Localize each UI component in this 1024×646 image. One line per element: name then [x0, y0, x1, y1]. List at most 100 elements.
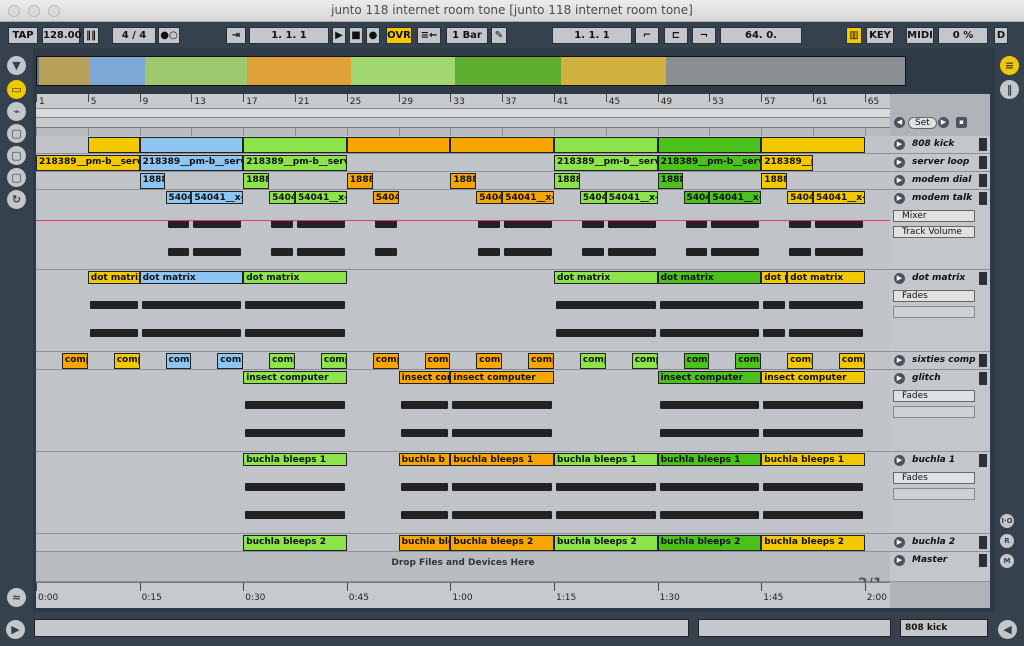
mixer-select[interactable]: Mixer — [893, 210, 975, 222]
overview-strip[interactable] — [36, 56, 906, 86]
clip[interactable]: buchla bleeps 1 — [243, 453, 347, 466]
track-lane-6[interactable] — [36, 352, 890, 370]
clip[interactable]: dot matrix — [657, 271, 762, 284]
signature-field[interactable]: 4 / 4 — [112, 27, 156, 44]
clip[interactable]: 5404 — [476, 191, 503, 204]
tap-button[interactable]: TAP — [8, 27, 38, 44]
arrangement-view-icon[interactable]: ≡ — [1000, 56, 1019, 75]
clip[interactable]: comp — [735, 353, 762, 369]
follow-icon[interactable]: ●○ — [158, 27, 180, 44]
track-name[interactable]: server loop — [912, 157, 969, 167]
clip[interactable]: comp — [217, 353, 244, 369]
track-name[interactable]: Master — [912, 555, 947, 565]
browser-toggle-icon[interactable]: ▼ — [7, 56, 26, 75]
pencil-icon[interactable]: ✎ — [491, 27, 507, 44]
clip[interactable]: 54041__x-3 — [191, 191, 244, 204]
track-name[interactable]: glitch — [912, 373, 941, 383]
minimize-button[interactable] — [28, 5, 40, 17]
track-header[interactable]: ▶ buchla 2 — [890, 534, 990, 552]
track-header[interactable]: ▶ modem talk Mixer Track Volume — [890, 190, 990, 270]
clip[interactable]: buchla bleeps 1 — [450, 453, 554, 466]
clip[interactable]: 18882 — [657, 173, 684, 189]
key-map-icon[interactable]: ▥ — [846, 27, 862, 44]
clip[interactable]: 18882 — [450, 173, 477, 189]
clip[interactable]: dot m — [761, 271, 788, 284]
clip[interactable]: buchla bleeps 1 — [554, 453, 658, 466]
clip[interactable]: 5404 — [269, 191, 295, 204]
clip[interactable]: dot matrix — [139, 271, 244, 284]
track-fold-icon[interactable]: ▶ — [894, 455, 905, 466]
set-right-icon[interactable]: ▶ — [938, 117, 949, 128]
clip[interactable] — [87, 137, 140, 153]
groove-pool-icon[interactable]: ≈ — [7, 588, 26, 607]
clip[interactable]: insect computer — [450, 371, 554, 384]
clip[interactable]: comp — [269, 353, 295, 369]
position-field[interactable]: 1. 1. 1 — [249, 27, 329, 44]
selected-track[interactable]: 808 kick — [900, 619, 988, 637]
clip[interactable]: comp — [61, 353, 88, 369]
clip[interactable]: insect computer — [761, 371, 865, 384]
track-name[interactable]: sixties comp — [912, 355, 976, 365]
track-header[interactable]: ▶ dot matrix Fades — [890, 270, 990, 352]
track-fold-icon[interactable]: ▶ — [894, 193, 905, 204]
info-view-icon[interactable]: ▶ — [6, 620, 25, 639]
key-map-button[interactable]: KEY — [866, 27, 894, 44]
track-header[interactable]: ▶ glitch Fades — [890, 370, 990, 452]
stop-icon[interactable]: ■ — [349, 27, 363, 44]
fades-select[interactable]: Fades — [893, 390, 975, 402]
track-header[interactable]: ▶ 808 kick — [890, 136, 990, 154]
clip[interactable]: insect com — [398, 371, 451, 384]
clip[interactable]: comp — [683, 353, 710, 369]
time-ruler[interactable]: 0:00 0:15 0:30 0:45 1:00 1:15 1:30 1:45 2:00 — [36, 582, 890, 608]
clip[interactable]: dot matrix — [787, 271, 865, 284]
plugins-icon[interactable]: ⌁ — [7, 102, 26, 121]
clip[interactable]: insect computer — [243, 371, 347, 384]
clip[interactable]: 5404 — [579, 191, 606, 204]
clip[interactable]: 18882 — [243, 173, 270, 189]
clip[interactable] — [450, 137, 554, 153]
clip[interactable]: comp — [528, 353, 554, 369]
track-name[interactable]: 808 kick — [912, 139, 954, 149]
mixer-toggle-icon[interactable]: M — [1000, 554, 1014, 568]
clip[interactable]: 18882 — [761, 173, 788, 189]
track-name[interactable]: modem talk — [912, 193, 972, 203]
clip[interactable] — [139, 137, 244, 153]
clip[interactable]: buchla b — [398, 453, 451, 466]
clip[interactable]: buchla bleeps 2 — [243, 535, 347, 551]
clip[interactable]: 18882 — [139, 173, 166, 189]
param-field[interactable] — [893, 406, 975, 418]
track-fold-icon[interactable]: ▶ — [894, 139, 905, 150]
track-fold-icon[interactable]: ▶ — [894, 157, 905, 168]
returns-toggle-icon[interactable]: R — [1000, 534, 1014, 548]
detail-view-icon[interactable]: ◀ — [998, 620, 1017, 639]
clip[interactable]: 54041__x-3 — [502, 191, 554, 204]
arrangement-view[interactable]: 1 5 9 13 17 21 25 29 33 37 41 45 49 53 57 61 65 218389__… — [36, 94, 890, 608]
clip[interactable]: comp — [476, 353, 503, 369]
track-fold-icon[interactable]: ▶ — [894, 373, 905, 384]
clip[interactable]: buchla bleeps 1 — [761, 453, 865, 466]
clip[interactable]: comp — [631, 353, 658, 369]
tempo-field[interactable]: 128.00 — [42, 27, 82, 44]
clip[interactable]: buchla bleeps 1 — [657, 453, 762, 466]
track-fold-icon[interactable]: ▶ — [894, 273, 905, 284]
loop-length-field[interactable]: 64. 0. — [720, 27, 802, 44]
clip[interactable]: 218389__pm-b__server — [36, 155, 140, 171]
clip[interactable]: buchla bleeps 2 — [554, 535, 658, 551]
clip[interactable]: 5404 — [683, 191, 710, 204]
lock-icon[interactable]: ▪ — [956, 117, 967, 128]
track-header[interactable]: ▶ server loop — [890, 154, 990, 172]
clip[interactable]: 5404 — [372, 191, 399, 204]
clip[interactable]: buchla bleeps 2 — [657, 535, 762, 551]
track-fold-icon[interactable]: ▶ — [894, 555, 905, 566]
zoom-button[interactable] — [48, 5, 60, 17]
midi-map-button[interactable]: MIDI — [906, 27, 934, 44]
metronome-icon[interactable]: ‖‖ — [83, 27, 99, 44]
track-name[interactable]: modem dial — [912, 175, 971, 185]
sounds-icon[interactable]: ▢ — [7, 168, 26, 187]
refresh-icon[interactable]: ↻ — [7, 190, 26, 209]
punch-out-icon[interactable]: ¬ — [692, 27, 716, 44]
clip[interactable]: comp — [838, 353, 865, 369]
follow-button[interactable]: ⇥ — [226, 27, 246, 44]
clip[interactable]: comp — [424, 353, 451, 369]
record-icon[interactable]: ● — [366, 27, 380, 44]
